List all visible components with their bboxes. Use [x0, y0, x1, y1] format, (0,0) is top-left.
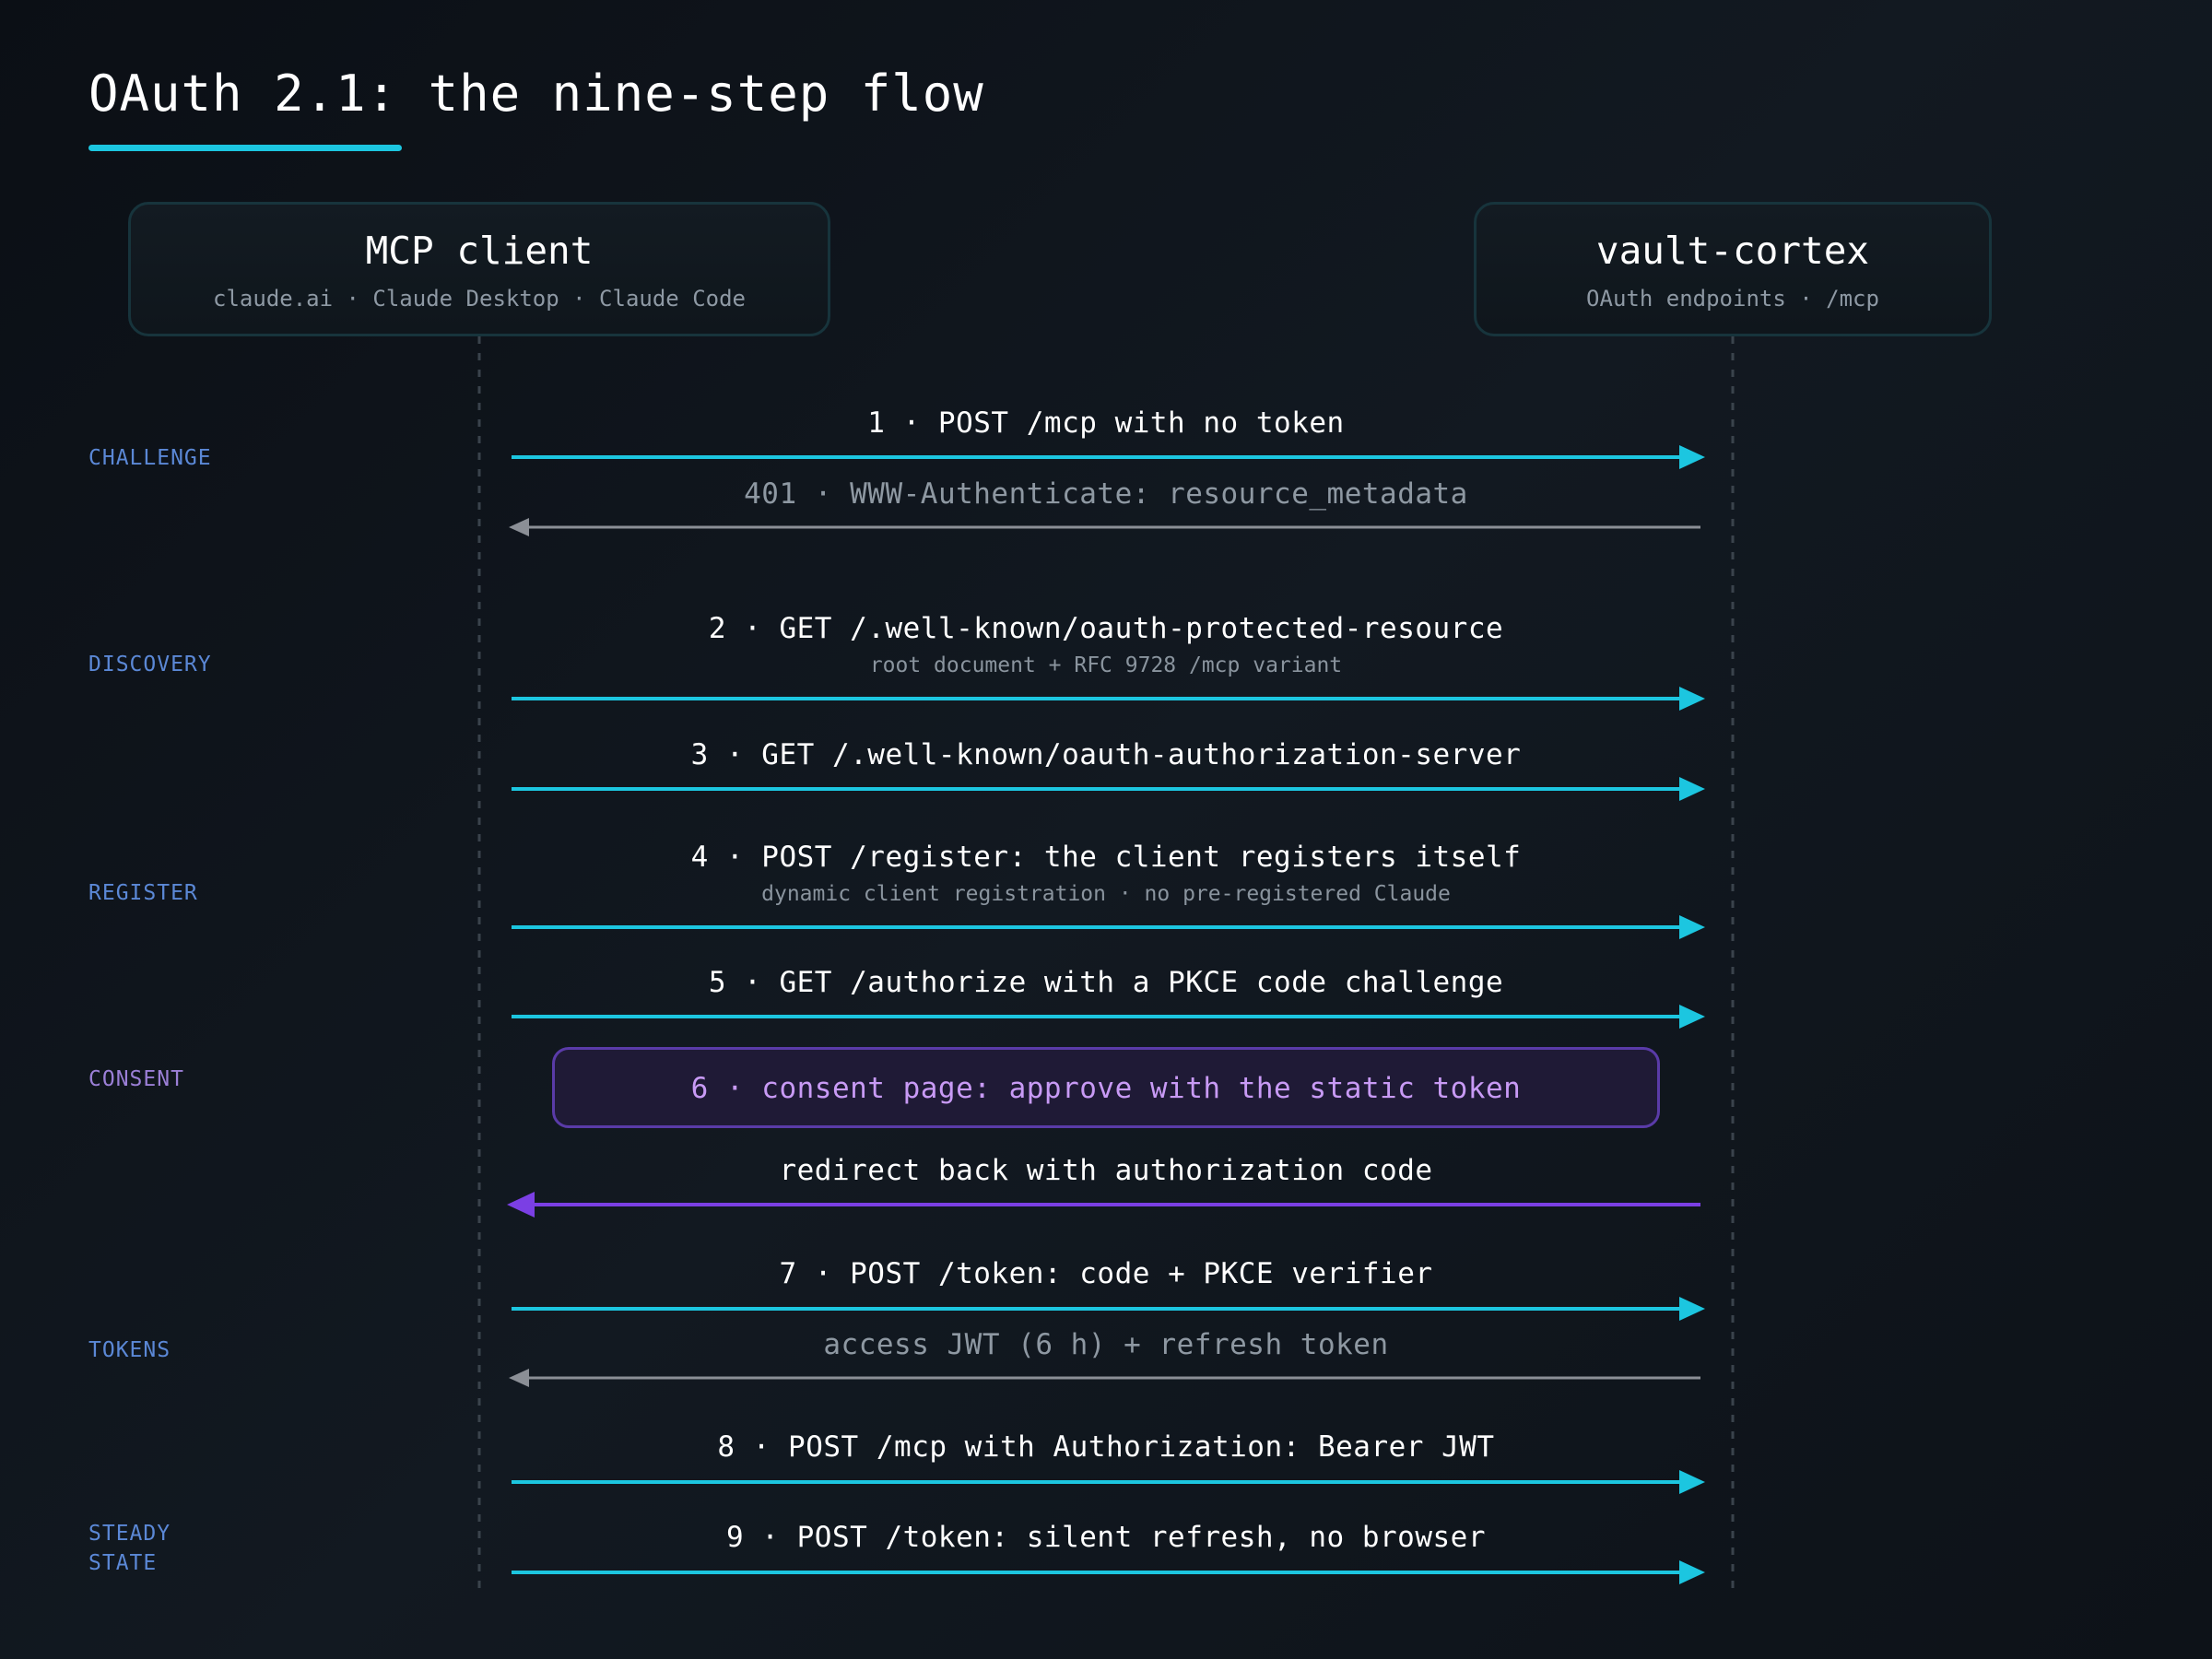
server-subtitle: OAuth endpoints · /mcp [1586, 286, 1879, 312]
client-name: MCP client [365, 229, 594, 273]
arrow-step-5 [512, 1005, 1705, 1029]
message-label-step-3: 3 · GET /.well-known/oauth-authorization… [690, 738, 1522, 771]
message-label-step-9: 9 · POST /token: silent refresh, no brow… [725, 1521, 1487, 1554]
message-label-step-1: 1 · POST /mcp with no token [867, 406, 1345, 440]
phase-steady-state-line-2: STATE [88, 1551, 158, 1575]
arrow-tokens-response [509, 1369, 1700, 1387]
message-label-tokens-response: access JWT (6 h) + refresh token [823, 1328, 1389, 1361]
arrow-step-1 [512, 445, 1705, 469]
phase-consent: CONSENT [88, 1067, 184, 1091]
message-label-step-5: 5 · GET /authorize with a PKCE code chal… [708, 966, 1504, 999]
consent-step-label: 6 · consent page: approve with the stati… [690, 1072, 1522, 1105]
consent-step-box: 6 · consent page: approve with the stati… [552, 1047, 1660, 1128]
message-label-redirect: redirect back with authorization code [779, 1154, 1433, 1187]
phase-steady-state: STEADY STATE [88, 1519, 171, 1578]
message-sublabel-step-2: root document + RFC 9728 /mcp variant [869, 653, 1343, 677]
message-label-401: 401 · WWW-Authenticate: resource_metadat… [744, 477, 1468, 511]
arrow-redirect [507, 1192, 1700, 1218]
arrow-step-4 [512, 915, 1705, 939]
phase-register: REGISTER [88, 881, 198, 905]
arrow-step-2 [512, 687, 1705, 711]
server-name: vault-cortex [1595, 229, 1870, 273]
phase-discovery: DISCOVERY [88, 653, 212, 677]
message-label-step-8: 8 · POST /mcp with Authorization: Bearer… [717, 1430, 1495, 1464]
message-sublabel-step-4: dynamic client registration · no pre-reg… [761, 882, 1451, 906]
arrow-step-3 [512, 777, 1705, 801]
phase-tokens: TOKENS [88, 1338, 171, 1362]
message-label-step-2: 2 · GET /.well-known/oauth-protected-res… [708, 612, 1504, 645]
phase-steady-state-line-1: STEADY [88, 1522, 171, 1546]
server-actor-box: vault-cortex OAuth endpoints · /mcp [1474, 202, 1992, 336]
sequence-diagram: OAuth 2.1: the nine-step flow MCP client… [0, 0, 2212, 1659]
message-label-step-7: 7 · POST /token: code + PKCE verifier [779, 1257, 1433, 1290]
client-subtitle: claude.ai · Claude Desktop · Claude Code [213, 286, 746, 312]
message-label-step-4: 4 · POST /register: the client registers… [690, 841, 1522, 874]
phase-challenge: CHALLENGE [88, 446, 212, 470]
arrow-step-7 [512, 1297, 1705, 1321]
client-actor-box: MCP client claude.ai · Claude Desktop · … [128, 202, 830, 336]
arrow-step-9 [512, 1560, 1705, 1584]
arrow-401-response [509, 518, 1700, 536]
arrow-step-8 [512, 1470, 1705, 1494]
